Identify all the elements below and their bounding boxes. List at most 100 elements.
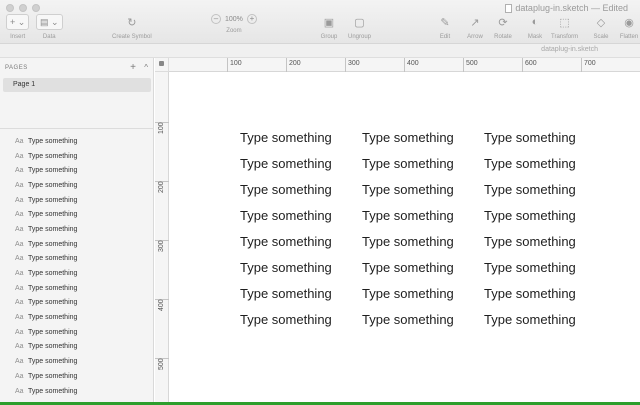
lock-icon[interactable]	[159, 61, 164, 66]
ruler-tick: 400	[155, 299, 169, 311]
transform-tool[interactable]: ⬚ Transform	[551, 14, 578, 41]
rotate-tool[interactable]: ⟳ Rotate	[492, 14, 514, 41]
text-layer-icon: Aa	[15, 211, 24, 219]
canvas-text-layer[interactable]: Type something	[362, 182, 484, 198]
canvas-text-layer[interactable]: Type something	[484, 286, 606, 302]
layer-item[interactable]: Aa Type something	[0, 266, 154, 281]
ruler-tick: 500	[155, 358, 169, 370]
layer-item[interactable]: Aa Type something	[0, 340, 154, 355]
layer-item-label: Type something	[28, 240, 78, 248]
create-symbol-icon: ↻	[127, 16, 137, 29]
horizontal-ruler[interactable]: 100 200 300 400 500 600 700	[169, 58, 640, 72]
canvas-text-layer[interactable]: Type something	[484, 156, 606, 172]
data-icon: ▤ ⌄	[36, 14, 63, 30]
text-layer-icon: Aa	[15, 181, 24, 189]
zoom-label: Zoom	[226, 28, 242, 34]
group-tool[interactable]: ▣ Group	[318, 14, 340, 41]
scale-tool[interactable]: ◇ Scale	[590, 14, 612, 41]
add-page-button[interactable]: +	[130, 62, 136, 73]
ungroup-tool[interactable]: ▢ Ungroup	[348, 14, 372, 41]
canvas-text-layer[interactable]: Type something	[362, 312, 484, 328]
canvas-text-layer[interactable]: Type something	[362, 234, 484, 250]
vertical-ruler[interactable]: 100 200 300 400 500	[155, 72, 169, 405]
canvas-text-layer[interactable]: Type something	[484, 208, 606, 224]
canvas[interactable]: Type something Type something Type somethi…	[170, 73, 640, 402]
ungroup-icon: ▢	[354, 16, 365, 29]
layer-item[interactable]: Aa Type something	[0, 281, 154, 296]
text-layer-icon: Aa	[15, 255, 24, 263]
insert-tool[interactable]: + ⌄ Insert	[6, 14, 30, 40]
mask-tool[interactable]: ◐ Mask	[524, 14, 546, 40]
layer-item[interactable]: Aa Type something	[0, 222, 154, 237]
layer-item[interactable]: Aa Type something	[0, 178, 154, 193]
canvas-text-layer[interactable]: Type something	[240, 182, 362, 198]
layer-item[interactable]: Aa Type something	[0, 134, 154, 149]
flatten-label: Flatten	[619, 34, 639, 40]
layer-item[interactable]: Aa Type something	[0, 369, 154, 384]
flatten-icon: ◉	[624, 16, 634, 29]
ruler-tick-label: 600	[525, 60, 537, 67]
canvas-text-layer[interactable]: Type something	[484, 234, 606, 250]
ruler-tick-label: 100	[230, 60, 242, 67]
ruler-tick: 200	[286, 58, 301, 72]
layer-item[interactable]: Aa Type something	[0, 354, 154, 369]
zoom-in-button[interactable]: +	[246, 14, 257, 24]
arrow-tool[interactable]: ↗ Arrow	[464, 14, 486, 41]
layer-item[interactable]: Aa Type something	[0, 207, 154, 222]
canvas-text-layer[interactable]: Type something	[362, 208, 484, 224]
ruler-tick: 400	[404, 58, 419, 72]
layer-item[interactable]: Aa Type something	[0, 237, 154, 252]
ungroup-label: Ungroup	[348, 34, 372, 40]
layer-item[interactable]: Aa Type something	[0, 384, 154, 399]
layer-item-label: Type something	[28, 225, 78, 233]
rotate-label: Rotate	[494, 34, 512, 40]
page-item-page-1[interactable]: Page 1	[3, 78, 151, 92]
create-symbol-tool[interactable]: ↻ Create Symbol	[112, 14, 152, 41]
canvas-text-layer[interactable]: Type something	[362, 156, 484, 172]
canvas-text-layer[interactable]: Type something	[362, 260, 484, 276]
canvas-text-layer[interactable]: Type something	[484, 312, 606, 328]
canvas-text-layer[interactable]: Type something	[240, 260, 362, 276]
layer-item[interactable]: Aa Type something	[0, 149, 154, 164]
zoom-out-button[interactable]: –	[211, 14, 221, 24]
canvas-text-layer[interactable]: Type something	[484, 130, 606, 146]
canvas-text-layer[interactable]: Type something	[240, 234, 362, 250]
ruler-tick-label: 200	[158, 181, 165, 193]
text-layer-icon: Aa	[15, 240, 24, 248]
layer-item-label: Type something	[28, 270, 78, 278]
canvas-text-layer[interactable]: Type something	[240, 286, 362, 302]
layer-item[interactable]: Aa Type something	[0, 252, 154, 267]
canvas-text-layer[interactable]: Type something	[484, 260, 606, 276]
flatten-tool[interactable]: ◉ Flatten	[618, 14, 640, 41]
zoom-control: – 100% +	[211, 14, 257, 24]
ruler-tick: 500	[463, 58, 478, 72]
insert-icon: + ⌄	[6, 14, 30, 30]
layer-item[interactable]: Aa Type something	[0, 296, 154, 311]
layer-item[interactable]: Aa Type something	[0, 325, 154, 340]
canvas-text-layer[interactable]: Type something	[362, 130, 484, 146]
canvas-text-layer[interactable]: Type something	[240, 130, 362, 146]
transform-icon: ⬚	[559, 16, 570, 29]
page-item-label: Page 1	[13, 81, 36, 88]
canvas-text-layer[interactable]: Type something	[484, 182, 606, 198]
data-tool[interactable]: ▤ ⌄ Data	[36, 14, 63, 40]
layer-item[interactable]: Aa Type something	[0, 193, 154, 208]
zoom-tool[interactable]: – 100% + Zoom	[211, 14, 257, 34]
layer-item[interactable]: Aa Type something	[0, 163, 154, 178]
ruler-tick-label: 300	[348, 60, 360, 67]
canvas-text-layer[interactable]: Type something	[240, 156, 362, 172]
canvas-text-layer[interactable]: Type something	[240, 208, 362, 224]
text-layer-icon: Aa	[15, 314, 24, 322]
canvas-text-layer[interactable]: Type something	[362, 286, 484, 302]
canvas-text-layer[interactable]: Type something	[240, 312, 362, 328]
zoom-window-button[interactable]	[32, 4, 40, 12]
ruler-tick: 300	[155, 240, 169, 252]
edit-tool[interactable]: ✎ Edit	[434, 14, 456, 41]
edit-icon: ✎	[440, 16, 450, 29]
collapse-pages-button[interactable]: ^	[144, 63, 148, 72]
minimize-window-button[interactable]	[19, 4, 27, 12]
close-window-button[interactable]	[6, 4, 14, 12]
toolbar: dataplug-in.sketch — Edited + ⌄ Insert ▤…	[0, 0, 640, 44]
layer-item[interactable]: Aa Type something	[0, 310, 154, 325]
text-layer-icon: Aa	[15, 328, 24, 336]
